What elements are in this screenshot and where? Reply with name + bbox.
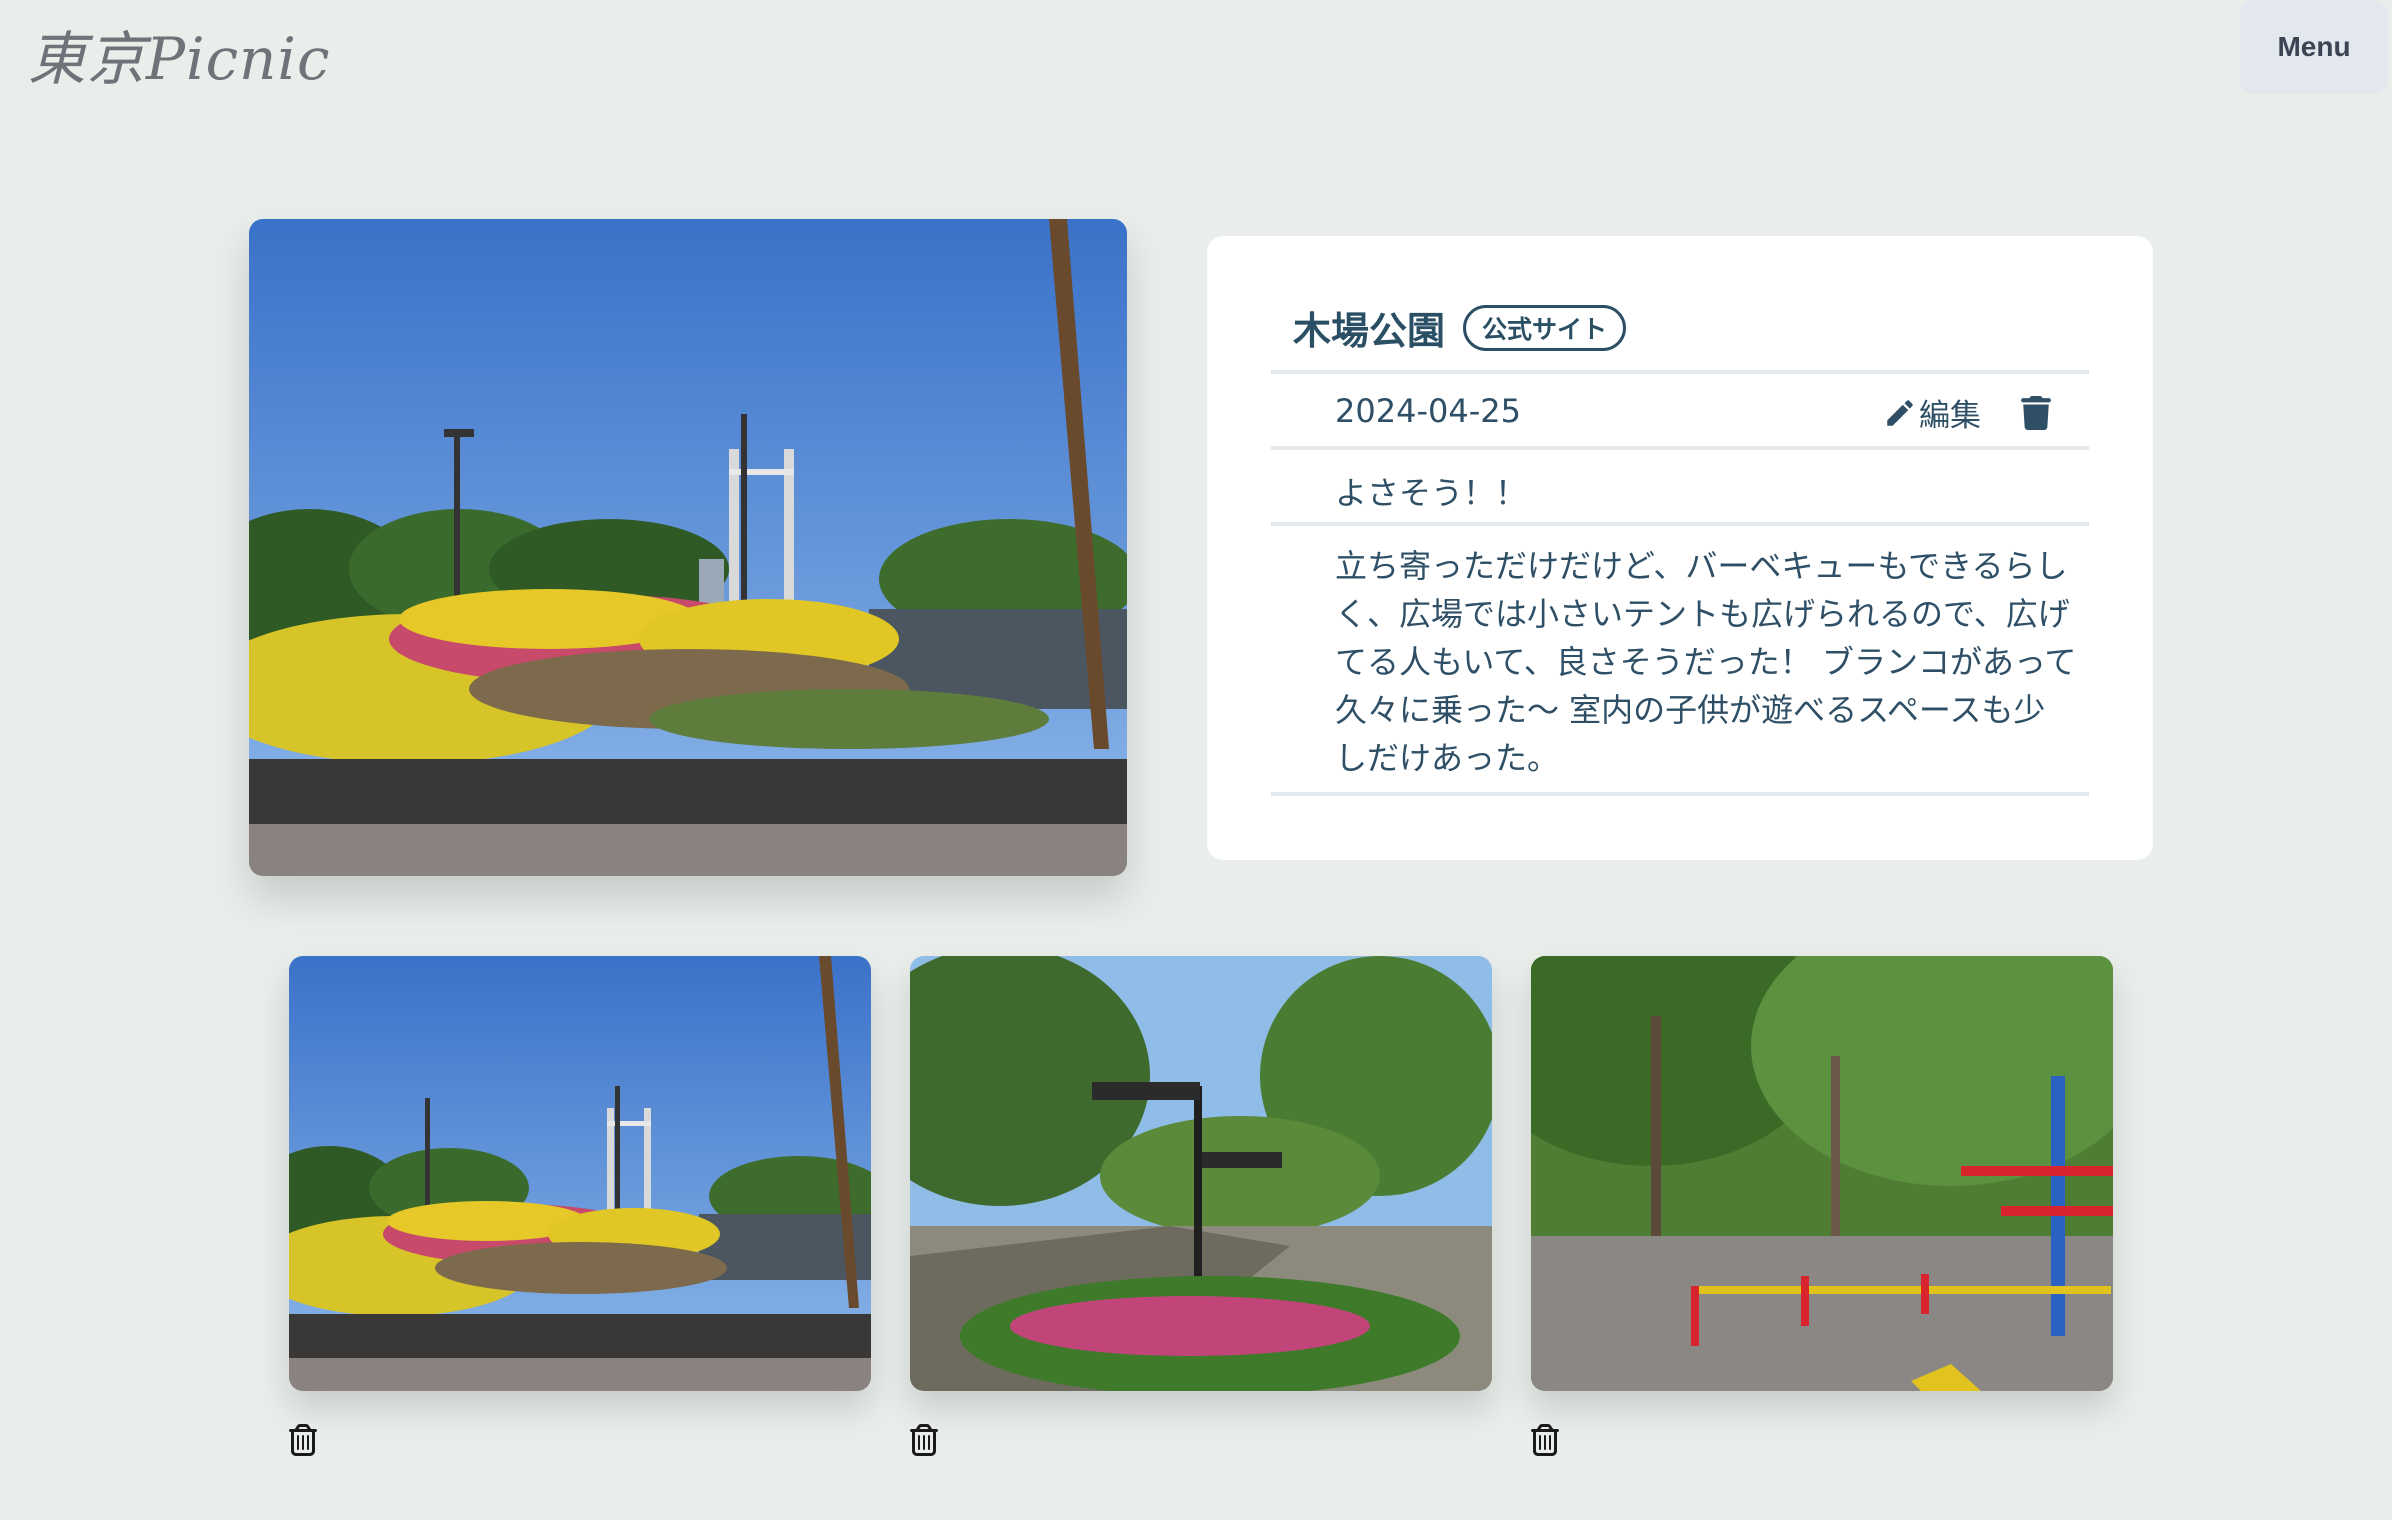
trash-icon: [2021, 396, 2051, 430]
visit-summary: よさそう！！: [1335, 474, 1528, 512]
park-title-row: 木場公園 公式サイト: [1293, 300, 1627, 355]
trash-icon: [910, 1424, 938, 1456]
photo-thumbnail-2[interactable]: [910, 956, 1492, 1391]
visit-description: 立ち寄っただけだけど、バーベキューもできるらしく、広場では小さいテントも広げられ…: [1335, 547, 2077, 777]
playground-thumbnail: [1531, 956, 2113, 1391]
main-park-photo: [249, 219, 1127, 876]
trash-icon: [289, 1424, 317, 1456]
park-info-card: 木場公園 公式サイト 2024-04-25 編集 よさそう！！ 立ち寄っただけだ…: [1207, 236, 2153, 860]
divider: [1271, 370, 2089, 374]
edit-button[interactable]: 編集: [1883, 390, 1981, 435]
photo-thumbnail-3[interactable]: [1531, 956, 2113, 1391]
menu-button[interactable]: Menu: [2240, 0, 2388, 94]
delete-photo-1-button[interactable]: [289, 1424, 317, 1456]
official-site-link[interactable]: 公式サイト: [1463, 304, 1627, 351]
divider: [1271, 792, 2089, 796]
edit-label: 編集: [1919, 398, 1981, 434]
visit-date: 2024-04-25: [1335, 392, 1521, 430]
delete-button[interactable]: [2021, 396, 2051, 430]
divider: [1271, 522, 2089, 526]
photo-thumbnail-1[interactable]: [289, 956, 871, 1391]
trash-icon: [1531, 1424, 1559, 1456]
tree-path-thumbnail: [910, 956, 1492, 1391]
divider: [1271, 446, 2089, 450]
site-logo[interactable]: 東京Picnic: [28, 12, 330, 96]
pencil-icon: [1887, 399, 1913, 426]
delete-photo-3-button[interactable]: [1531, 1424, 1559, 1456]
flower-garden-photo: [249, 219, 1127, 876]
park-name: 木場公園: [1293, 309, 1446, 353]
flower-garden-thumbnail: [289, 956, 871, 1391]
delete-photo-2-button[interactable]: [910, 1424, 938, 1456]
